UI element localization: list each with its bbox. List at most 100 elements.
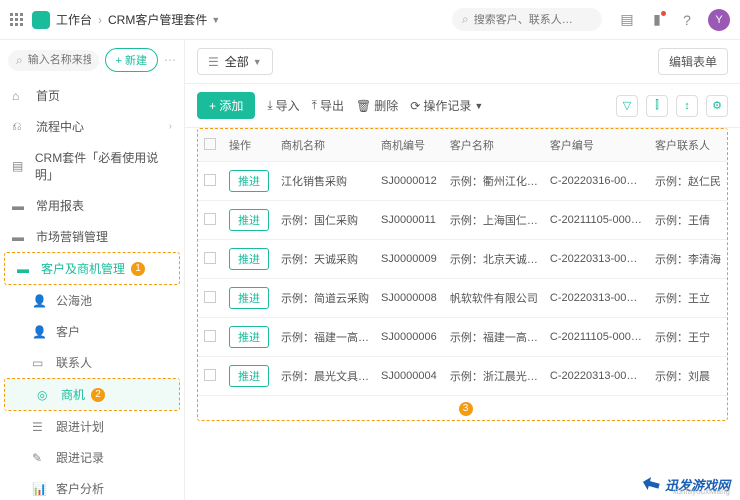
global-search-input[interactable] bbox=[474, 14, 592, 26]
col-header-contact[interactable]: 客户联系人 bbox=[649, 129, 727, 162]
sidebar-item-label: 流程中心 bbox=[36, 118, 84, 135]
promote-button[interactable]: 推进 bbox=[229, 326, 269, 348]
app-logo-icon bbox=[32, 11, 50, 29]
cell-name: 示例：天诚采购 bbox=[275, 240, 375, 279]
more-icon[interactable]: ⋯ bbox=[164, 53, 176, 67]
table-row[interactable]: 推进 示例：简道云采购 SJ0000008 帆软软件有限公司 C-2022031… bbox=[198, 279, 727, 318]
sidebar-item-label: CRM套件「必看使用说明」 bbox=[35, 149, 172, 183]
col-header-op[interactable]: 操作 bbox=[223, 129, 275, 162]
promote-button[interactable]: 推进 bbox=[229, 248, 269, 270]
sidebar-item-8[interactable]: ▭联系人 bbox=[0, 347, 184, 378]
row-checkbox[interactable] bbox=[204, 291, 216, 303]
cell-cnum: C-20220313-0000004 bbox=[544, 357, 649, 396]
row-checkbox[interactable] bbox=[204, 369, 216, 381]
sidebar-item-7[interactable]: 👤客户 bbox=[0, 316, 184, 347]
sidebar-item-6[interactable]: 👤 公海池 bbox=[0, 285, 184, 316]
settings-button[interactable]: ⚙ bbox=[706, 95, 728, 117]
columns-button[interactable]: ⫿ bbox=[646, 95, 668, 117]
table-row[interactable]: 推进 示例：国仁采购 SJ0000011 示例：上海国仁有限… C-202111… bbox=[198, 201, 727, 240]
card-icon: ▭ bbox=[32, 356, 48, 370]
callout-badge: 2 bbox=[91, 388, 105, 402]
sidebar-item-label: 首页 bbox=[36, 87, 60, 104]
sidebar-item-12[interactable]: 📊客户分析 bbox=[0, 473, 184, 500]
data-table: 操作 商机名称 商机编号 客户名称 客户编号 客户联系人 推进 江化销售采购 S… bbox=[198, 129, 727, 396]
sidebar-search[interactable]: ⌕ bbox=[8, 50, 99, 71]
table-row[interactable]: 推进 示例：晨光文具设备… SJ0000004 示例：浙江晨光文具… C-202… bbox=[198, 357, 727, 396]
brand-arrow-icon bbox=[641, 474, 661, 494]
col-header-code[interactable]: 商机编号 bbox=[375, 129, 444, 162]
breadcrumb-suite[interactable]: CRM客户管理套件 bbox=[108, 11, 207, 28]
import-button[interactable]: ⤓ 导入 bbox=[267, 97, 299, 114]
cell-contact: 示例：王宁 bbox=[649, 318, 727, 357]
cell-cnum: C-20220313-0000003 bbox=[544, 279, 649, 318]
sidebar-item-9[interactable]: ◎ 商机 2 bbox=[5, 379, 179, 410]
filter-button[interactable]: ▽ bbox=[616, 95, 638, 117]
breadcrumb-workspace[interactable]: 工作台 bbox=[56, 11, 92, 28]
cell-name: 示例：晨光文具设备… bbox=[275, 357, 375, 396]
book-icon[interactable]: ▤ bbox=[615, 8, 639, 32]
sidebar-item-0[interactable]: ⌂ 首页 bbox=[0, 80, 184, 111]
target-icon: ◎ bbox=[37, 388, 53, 402]
row-checkbox[interactable] bbox=[204, 174, 216, 186]
cell-contact: 示例：刘晨 bbox=[649, 357, 727, 396]
sidebar-item-5[interactable]: ▬客户及商机管理1 bbox=[5, 253, 179, 284]
cell-name: 示例：福建一高3月订单 bbox=[275, 318, 375, 357]
col-header-name[interactable]: 商机名称 bbox=[275, 129, 375, 162]
col-header-cust[interactable]: 客户名称 bbox=[444, 129, 544, 162]
view-selector[interactable]: ☰ 全部 ▼ bbox=[197, 48, 273, 75]
sidebar-item-10[interactable]: ☰跟进计划 bbox=[0, 411, 184, 442]
cell-cust: 示例：福建一高集团 bbox=[444, 318, 544, 357]
doc-icon: ▤ bbox=[12, 159, 27, 173]
sidebar-item-11[interactable]: ✎跟进记录 bbox=[0, 442, 184, 473]
sidebar-item-4[interactable]: ▬市场营销管理 bbox=[0, 221, 184, 252]
cell-contact: 示例：王倩 bbox=[649, 201, 727, 240]
cell-code: SJ0000008 bbox=[375, 279, 444, 318]
chevron-down-icon: ▼ bbox=[253, 57, 262, 67]
row-checkbox[interactable] bbox=[204, 252, 216, 264]
table-row[interactable]: 推进 示例：福建一高3月订单 SJ0000006 示例：福建一高集团 C-202… bbox=[198, 318, 727, 357]
apps-grid-icon[interactable] bbox=[10, 13, 24, 27]
search-icon: ⌕ bbox=[16, 53, 23, 68]
cell-contact: 示例：李清海 bbox=[649, 240, 727, 279]
sort-button[interactable]: ↕ bbox=[676, 95, 698, 117]
row-checkbox[interactable] bbox=[204, 213, 216, 225]
new-button[interactable]: + 新建 bbox=[105, 48, 158, 72]
cell-cust: 示例：上海国仁有限… bbox=[444, 201, 544, 240]
sidebar-item-1[interactable]: ⎌流程中心› bbox=[0, 111, 184, 142]
cell-contact: 示例：赵仁民 bbox=[649, 162, 727, 201]
watermark: xunfayouxiwang bbox=[673, 487, 730, 496]
export-button[interactable]: ⤒ 导出 bbox=[312, 97, 344, 114]
sidebar-item-3[interactable]: ▬常用报表 bbox=[0, 190, 184, 221]
notification-icon[interactable]: ▮ bbox=[645, 8, 669, 32]
row-checkbox[interactable] bbox=[204, 330, 216, 342]
promote-button[interactable]: 推进 bbox=[229, 170, 269, 192]
cell-name: 示例：国仁采购 bbox=[275, 201, 375, 240]
select-all-checkbox[interactable] bbox=[204, 138, 216, 150]
table-row[interactable]: 推进 示例：天诚采购 SJ0000009 示例：北京天诚软件… C-202203… bbox=[198, 240, 727, 279]
user-icon: 👤 bbox=[32, 294, 48, 308]
sidebar-item-label: 客户 bbox=[56, 323, 80, 340]
promote-button[interactable]: 推进 bbox=[229, 365, 269, 387]
help-icon[interactable]: ? bbox=[675, 8, 699, 32]
cell-code: SJ0000004 bbox=[375, 357, 444, 396]
flow-icon: ⎌ bbox=[12, 119, 28, 134]
edit-form-button[interactable]: 编辑表单 bbox=[658, 48, 728, 75]
home-icon: ⌂ bbox=[12, 89, 28, 103]
oplog-button[interactable]: ⟳ 操作记录 ▼ bbox=[410, 97, 483, 114]
promote-button[interactable]: 推进 bbox=[229, 287, 269, 309]
col-header-cnum[interactable]: 客户编号 bbox=[544, 129, 649, 162]
sidebar-item-label: 公海池 bbox=[56, 292, 92, 309]
promote-button[interactable]: 推进 bbox=[229, 209, 269, 231]
user-avatar[interactable]: Y bbox=[708, 9, 730, 31]
add-button[interactable]: + 添加 bbox=[197, 92, 255, 119]
chevron-down-icon[interactable]: ▼ bbox=[211, 15, 220, 25]
cell-cust: 示例：衢州江化集团 bbox=[444, 162, 544, 201]
delete-button[interactable]: 🗑 删除 bbox=[356, 97, 398, 114]
sidebar-search-input[interactable] bbox=[28, 54, 91, 66]
sidebar-item-label: 商机 bbox=[61, 386, 85, 403]
sidebar-item-2[interactable]: ▤ CRM套件「必看使用说明」 bbox=[0, 142, 184, 190]
table-row[interactable]: 推进 江化销售采购 SJ0000012 示例：衢州江化集团 C-20220316… bbox=[198, 162, 727, 201]
global-search[interactable]: ⌕ bbox=[452, 8, 602, 31]
sidebar-item-label: 客户及商机管理 bbox=[41, 260, 125, 277]
cell-name: 示例：简道云采购 bbox=[275, 279, 375, 318]
